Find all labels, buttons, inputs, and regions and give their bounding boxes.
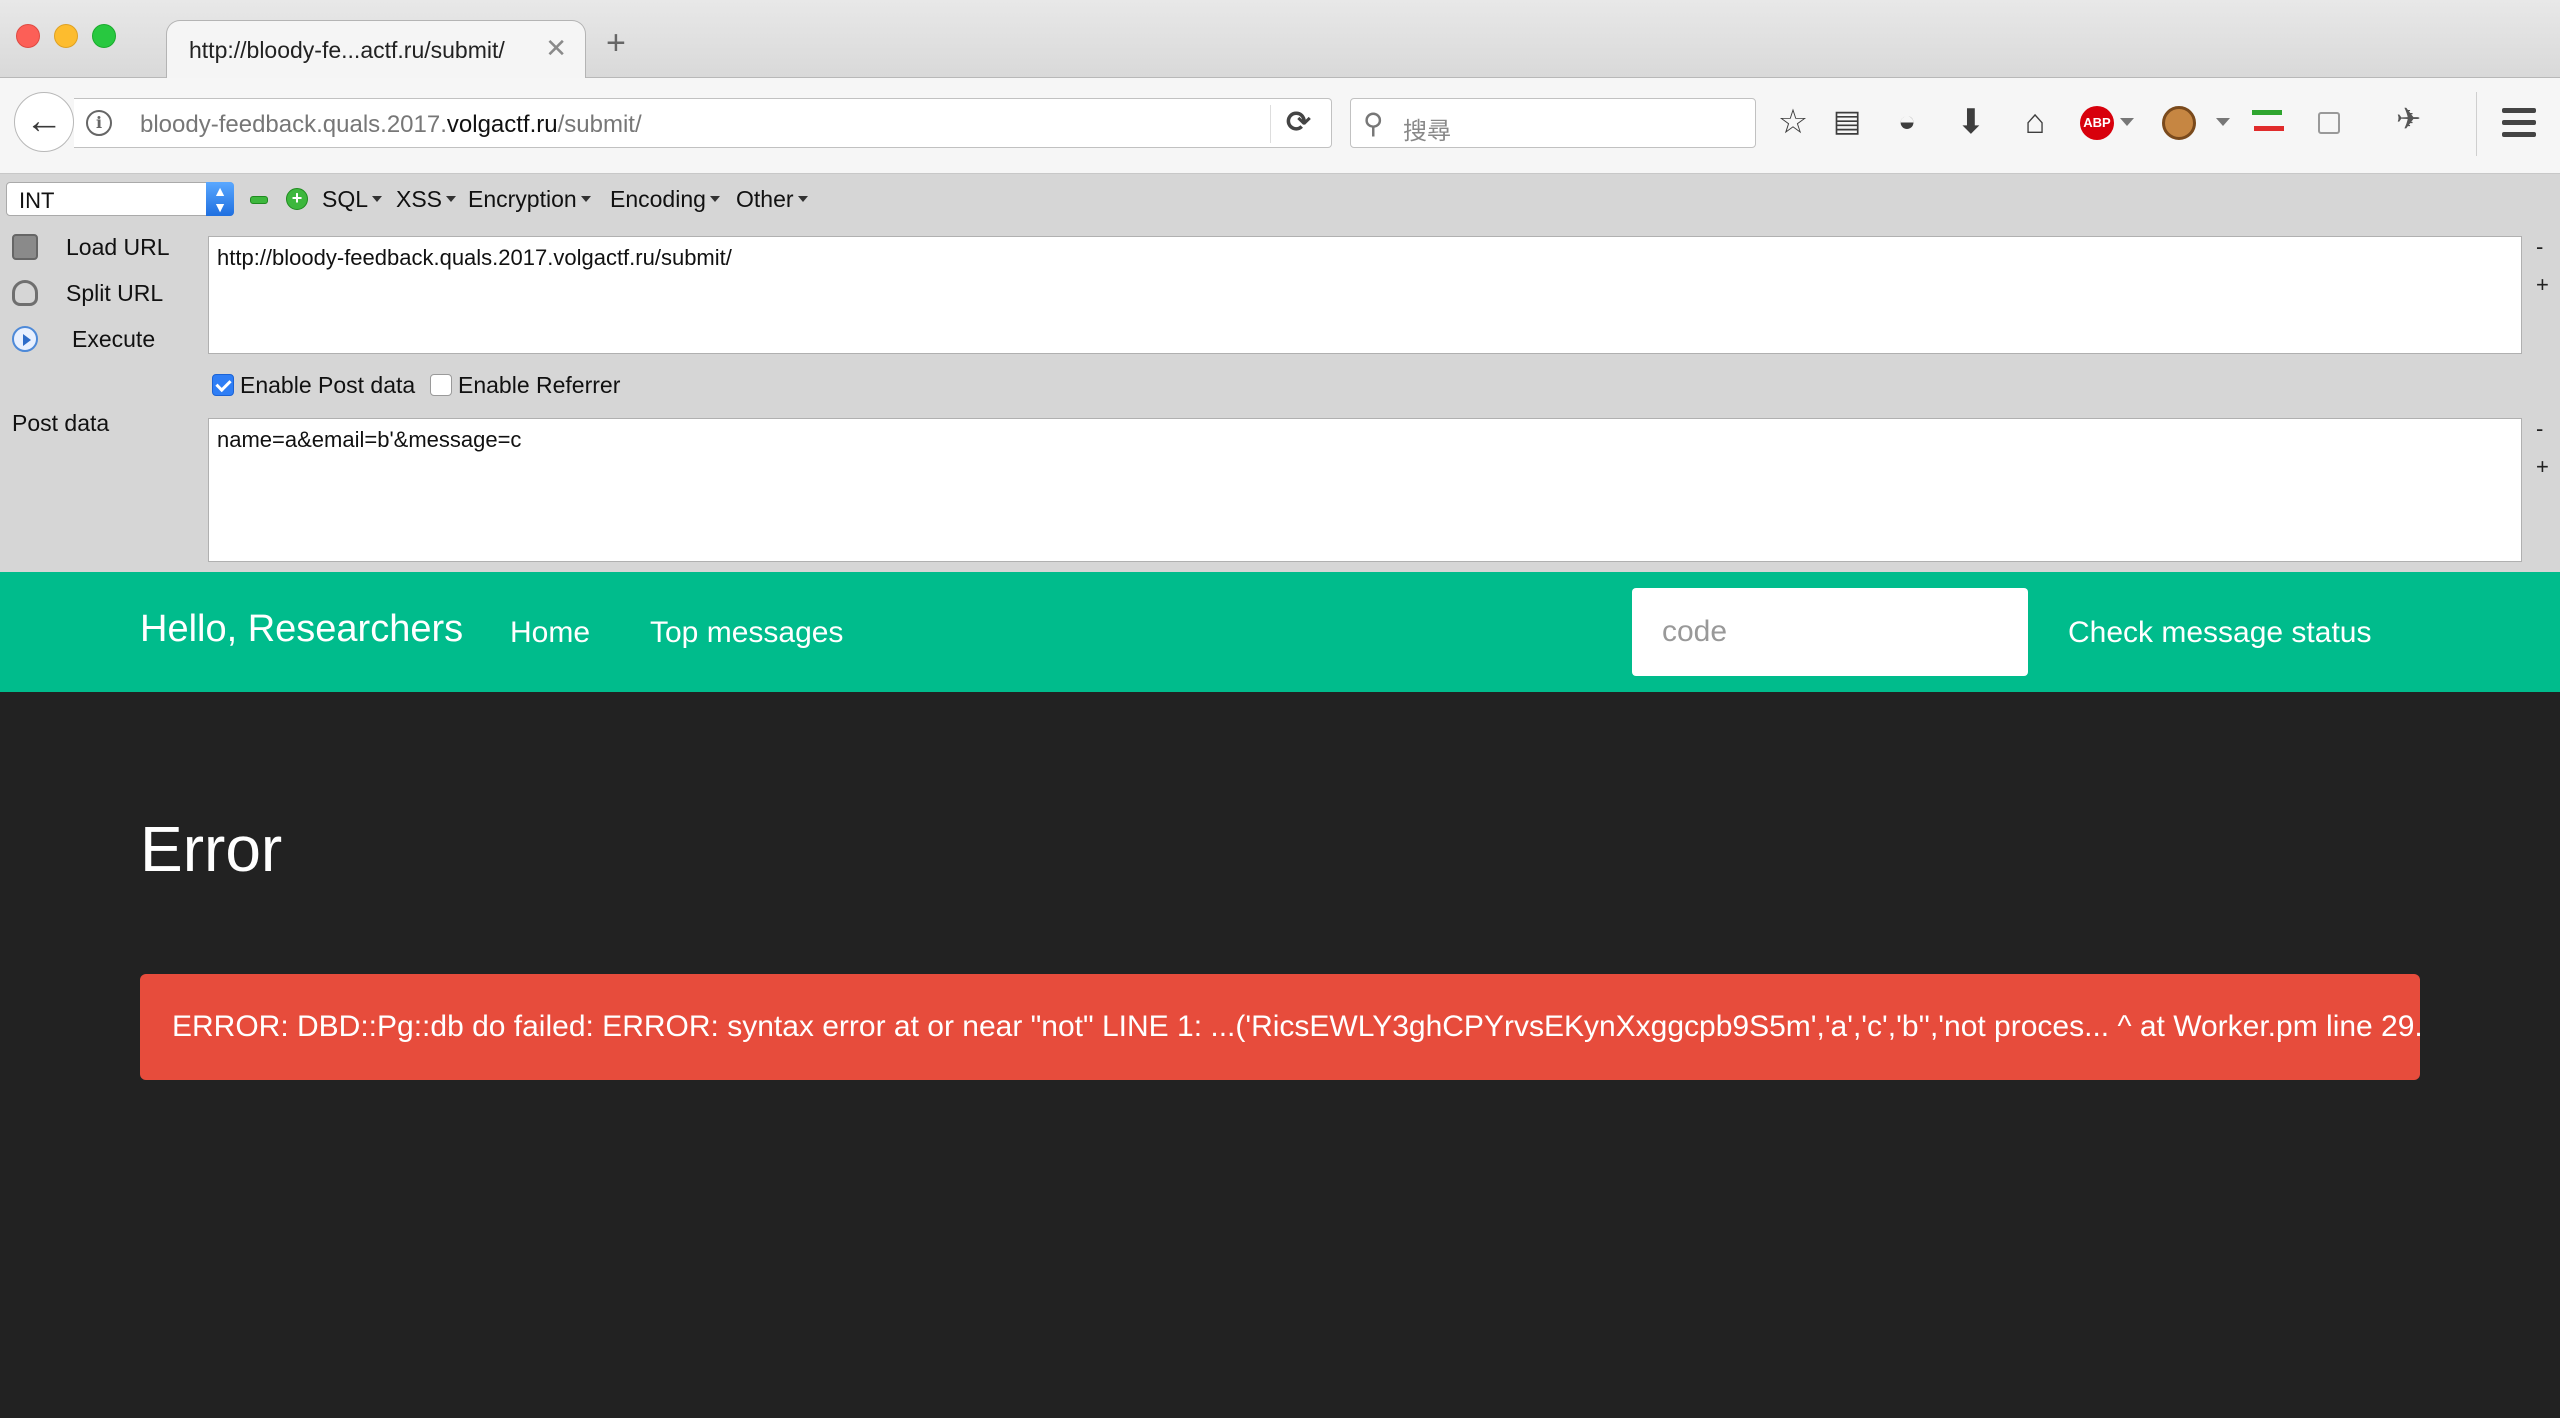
zoom-window-button[interactable] (92, 24, 116, 48)
menu-other[interactable]: Other (736, 186, 808, 213)
caret-down-icon (580, 195, 591, 202)
enable-post-label: Enable Post data (240, 372, 416, 398)
checkbox-unchecked-icon (430, 373, 452, 396)
type-select-value: INT (19, 188, 55, 213)
back-button[interactable]: ← (14, 92, 74, 152)
pocket-icon[interactable]: ◒ (1884, 100, 1930, 144)
caret-down-icon (372, 195, 383, 202)
url-shrink-button[interactable]: - (2536, 234, 2543, 260)
minimize-window-button[interactable] (54, 24, 78, 48)
page-title: Error (140, 813, 283, 885)
url-text[interactable]: bloody-feedback.quals.2017.volgactf.ru/s… (140, 111, 642, 139)
caret-down-icon (797, 195, 808, 202)
menu-other-label: Other (736, 186, 794, 212)
type-select[interactable]: INT ▲ ▼ (6, 182, 234, 216)
url-bar-divider (1270, 105, 1271, 143)
post-grow-button[interactable]: + (2536, 454, 2549, 480)
tab-title: http://bloody-fe...actf.ru/submit/ (189, 37, 505, 63)
decrease-icon[interactable] (250, 196, 268, 204)
checkbox-checked-icon (212, 373, 234, 396)
menu-encryption[interactable]: Encryption (468, 186, 591, 213)
site-info-icon[interactable]: i (86, 110, 112, 136)
adblock-plus-icon[interactable]: ABP (2080, 106, 2114, 140)
home-icon[interactable]: ⌂ (2012, 100, 2058, 144)
url-bar[interactable]: i bloody-feedback.quals.2017.volgactf.ru… (74, 98, 1332, 148)
download-icon[interactable]: ⬇ (1948, 100, 1994, 144)
hackbar-panel: INT ▲ ▼ + SQL XSS Encryption Encoding Oth… (0, 174, 2560, 572)
menu-sql-label: SQL (322, 186, 369, 212)
caret-down-icon (446, 195, 457, 202)
browser-tab[interactable]: http://bloody-fe...actf.ru/submit/ ✕ (166, 20, 586, 78)
url-suffix: /submit/ (557, 111, 642, 138)
window-titlebar: http://bloody-fe...actf.ru/submit/ ✕ + (0, 0, 2560, 78)
enable-post-checkbox[interactable]: Enable Post data (212, 372, 415, 402)
execute-button[interactable]: Execute (8, 320, 208, 360)
greasemonkey-icon[interactable] (2162, 106, 2196, 140)
load-url-button[interactable]: Load URL (8, 228, 208, 268)
enable-referrer-checkbox[interactable]: Enable Referrer (430, 372, 620, 402)
search-placeholder: 搜尋 (1403, 118, 1451, 145)
new-tab-button[interactable]: + (606, 26, 626, 60)
search-icon: ⚲ (1363, 108, 1384, 139)
menu-encoding-label: Encoding (610, 186, 706, 212)
browser-toolbar: ← i bloody-feedback.quals.2017.volgactf.… (0, 78, 2560, 174)
execute-icon (12, 326, 38, 352)
code-input[interactable] (1632, 588, 2028, 676)
post-data-label: Post data (12, 410, 110, 436)
execute-label: Execute (72, 326, 156, 352)
back-arrow-icon: ← (25, 100, 63, 142)
url-domain: volgactf.ru (446, 111, 558, 138)
menu-sql[interactable]: SQL (322, 186, 383, 213)
post-shrink-button[interactable]: - (2536, 416, 2543, 442)
site-navbar: Hello, Researchers Home Top messages Che… (0, 572, 2560, 692)
site-brand[interactable]: Hello, Researchers (140, 608, 463, 651)
enable-referrer-label: Enable Referrer (458, 372, 621, 398)
menu-encryption-label: Encryption (468, 186, 577, 212)
proxy-switch-icon[interactable] (2252, 104, 2284, 140)
search-bar[interactable]: ⚲ 搜尋 (1350, 98, 1756, 148)
nav-home-link[interactable]: Home (510, 616, 590, 650)
toolbar-divider (2476, 92, 2477, 156)
url-grow-button[interactable]: + (2536, 272, 2549, 298)
menu-xss[interactable]: XSS (396, 186, 457, 213)
reading-list-icon[interactable]: ▤ (1824, 100, 1870, 144)
menu-icon[interactable] (2502, 108, 2536, 144)
greasemonkey-dropdown-icon[interactable] (2216, 118, 2230, 126)
caret-down-icon (709, 195, 720, 202)
error-message: ERROR: DBD::Pg::db do failed: ERROR: syn… (172, 1010, 2423, 1043)
split-url-label: Split URL (66, 280, 164, 306)
load-url-icon (12, 234, 38, 260)
bookmark-star-icon[interactable]: ☆ (1770, 100, 1816, 144)
nav-top-messages-link[interactable]: Top messages (650, 616, 843, 650)
increase-icon[interactable]: + (286, 188, 308, 210)
adblock-dropdown-icon[interactable] (2120, 118, 2134, 126)
reload-icon[interactable]: ⟳ (1286, 105, 1311, 140)
extension-box-icon[interactable] (2318, 112, 2340, 134)
load-url-label: Load URL (66, 234, 170, 260)
tab-close-icon[interactable]: ✕ (545, 33, 567, 64)
firebug-icon[interactable]: ✈ (2396, 102, 2421, 137)
url-prefix: bloody-feedback.quals.2017. (140, 111, 447, 138)
error-alert: ERROR: DBD::Pg::db do failed: ERROR: syn… (140, 974, 2423, 1080)
split-url-icon (12, 280, 38, 306)
close-window-button[interactable] (16, 24, 40, 48)
select-arrows-icon: ▲ ▼ (206, 182, 234, 216)
split-url-button[interactable]: Split URL (8, 274, 208, 314)
check-message-status-button[interactable]: Check message status (2068, 616, 2371, 650)
url-textarea[interactable]: http://bloody-feedback.quals.2017.volgac… (208, 236, 2522, 354)
menu-xss-label: XSS (396, 186, 443, 212)
post-data-textarea[interactable]: name=a&email=b'&message=c (208, 418, 2522, 562)
menu-encoding[interactable]: Encoding (610, 186, 720, 213)
